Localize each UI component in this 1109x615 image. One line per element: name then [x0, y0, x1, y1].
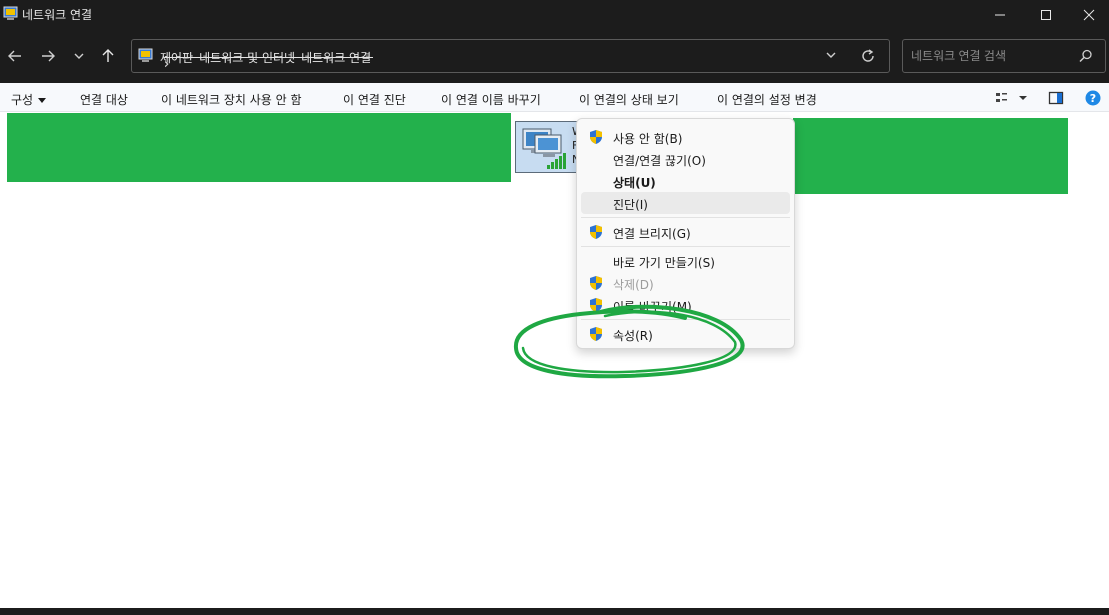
network-connections-icon — [3, 6, 18, 20]
organize-label: 구성 — [11, 93, 34, 107]
menu-item-label: 바로 가기 만들기(S) — [613, 256, 715, 270]
menu-item-label: 상태(U) — [613, 176, 656, 190]
forward-button[interactable] — [35, 43, 61, 69]
address-bar[interactable]: › 제어판 › 네트워크 및 인터넷 › 네트워크 연결 — [131, 39, 890, 73]
search-input[interactable] — [911, 47, 1071, 65]
arrow-left-icon — [8, 50, 21, 62]
menu-item-disable[interactable]: 사용 안 함(B) — [581, 126, 790, 148]
help-button[interactable]: ? — [1085, 90, 1101, 109]
title-bar: 네트워크 연결 — [0, 0, 1109, 30]
command-bar: 구성 연결 대상 이 네트워크 장치 사용 안 함 이 연결 진단 이 연결 이… — [0, 83, 1109, 112]
uac-shield-icon — [590, 225, 602, 239]
help-icon: ? — [1085, 90, 1101, 106]
uac-shield-icon — [590, 276, 602, 290]
uac-shield-icon — [590, 130, 602, 144]
menu-item-bridge[interactable]: 연결 브리지(G) — [581, 221, 790, 243]
menu-item-create-shortcut[interactable]: 바로 가기 만들기(S) — [581, 250, 790, 272]
menu-item-diagnose[interactable]: 진단(I) — [581, 192, 790, 214]
search-box[interactable] — [902, 39, 1106, 73]
chevron-down-icon — [826, 52, 836, 58]
maximize-button[interactable] — [1023, 0, 1069, 30]
organize-menu-button[interactable]: 구성 — [11, 91, 47, 108]
search-icon[interactable] — [1078, 48, 1094, 64]
refresh-icon — [862, 49, 874, 62]
annotation-circle — [513, 304, 745, 379]
window-title: 네트워크 연결 — [22, 8, 93, 22]
arrow-up-icon — [102, 49, 114, 62]
menu-item-connect-disconnect[interactable]: 연결/연결 끊기(O) — [581, 148, 790, 170]
svg-text:?: ? — [1090, 92, 1096, 105]
diagnose-button[interactable]: 이 연결 진단 — [343, 91, 406, 108]
up-button[interactable] — [95, 43, 121, 69]
control-panel-icon — [138, 48, 153, 62]
disable-device-button[interactable]: 이 네트워크 장치 사용 안 함 — [161, 91, 302, 108]
rename-button[interactable]: 이 연결 이름 바꾸기 — [441, 91, 541, 108]
close-icon — [1083, 9, 1095, 21]
menu-item-status[interactable]: 상태(U) — [581, 170, 790, 192]
change-view-button[interactable] — [995, 90, 1029, 109]
redaction-block-right — [793, 118, 1068, 194]
refresh-button[interactable] — [860, 48, 876, 67]
minimize-icon — [995, 14, 1005, 16]
preview-pane-button[interactable] — [1048, 90, 1064, 109]
maximize-icon — [1041, 10, 1051, 20]
menu-separator — [581, 217, 790, 218]
menu-item-label: 연결/연결 끊기(O) — [613, 154, 706, 168]
view-status-button[interactable]: 이 연결의 상태 보기 — [579, 91, 679, 108]
menu-item-label: 진단(I) — [613, 198, 648, 212]
status-bar — [0, 608, 1109, 615]
navigation-bar: › 제어판 › 네트워크 및 인터넷 › 네트워크 연결 — [0, 30, 1109, 83]
menu-item-label: 사용 안 함(B) — [613, 132, 683, 146]
arrow-right-icon — [42, 50, 55, 62]
caret-down-icon — [38, 98, 47, 103]
breadcrumb: › 제어판 › 네트워크 및 인터넷 › 네트워크 연결 — [160, 49, 373, 72]
recent-locations-button[interactable] — [66, 43, 92, 69]
connect-to-button[interactable]: 연결 대상 — [80, 91, 128, 108]
preview-pane-icon — [1048, 91, 1064, 105]
address-dropdown-button[interactable] — [824, 48, 838, 65]
back-button[interactable] — [2, 43, 28, 69]
minimize-button[interactable] — [977, 0, 1023, 30]
menu-separator — [581, 246, 790, 247]
close-button[interactable] — [1069, 0, 1109, 30]
change-settings-button[interactable]: 이 연결의 설정 변경 — [717, 91, 817, 108]
view-options-icon — [996, 93, 1027, 102]
breadcrumb-separator-icon[interactable]: › — [164, 57, 373, 72]
menu-item-label: 연결 브리지(G) — [613, 227, 691, 241]
redaction-block-left — [7, 113, 511, 182]
chevron-down-icon — [74, 53, 84, 59]
wifi-adapter-icon — [522, 128, 566, 169]
